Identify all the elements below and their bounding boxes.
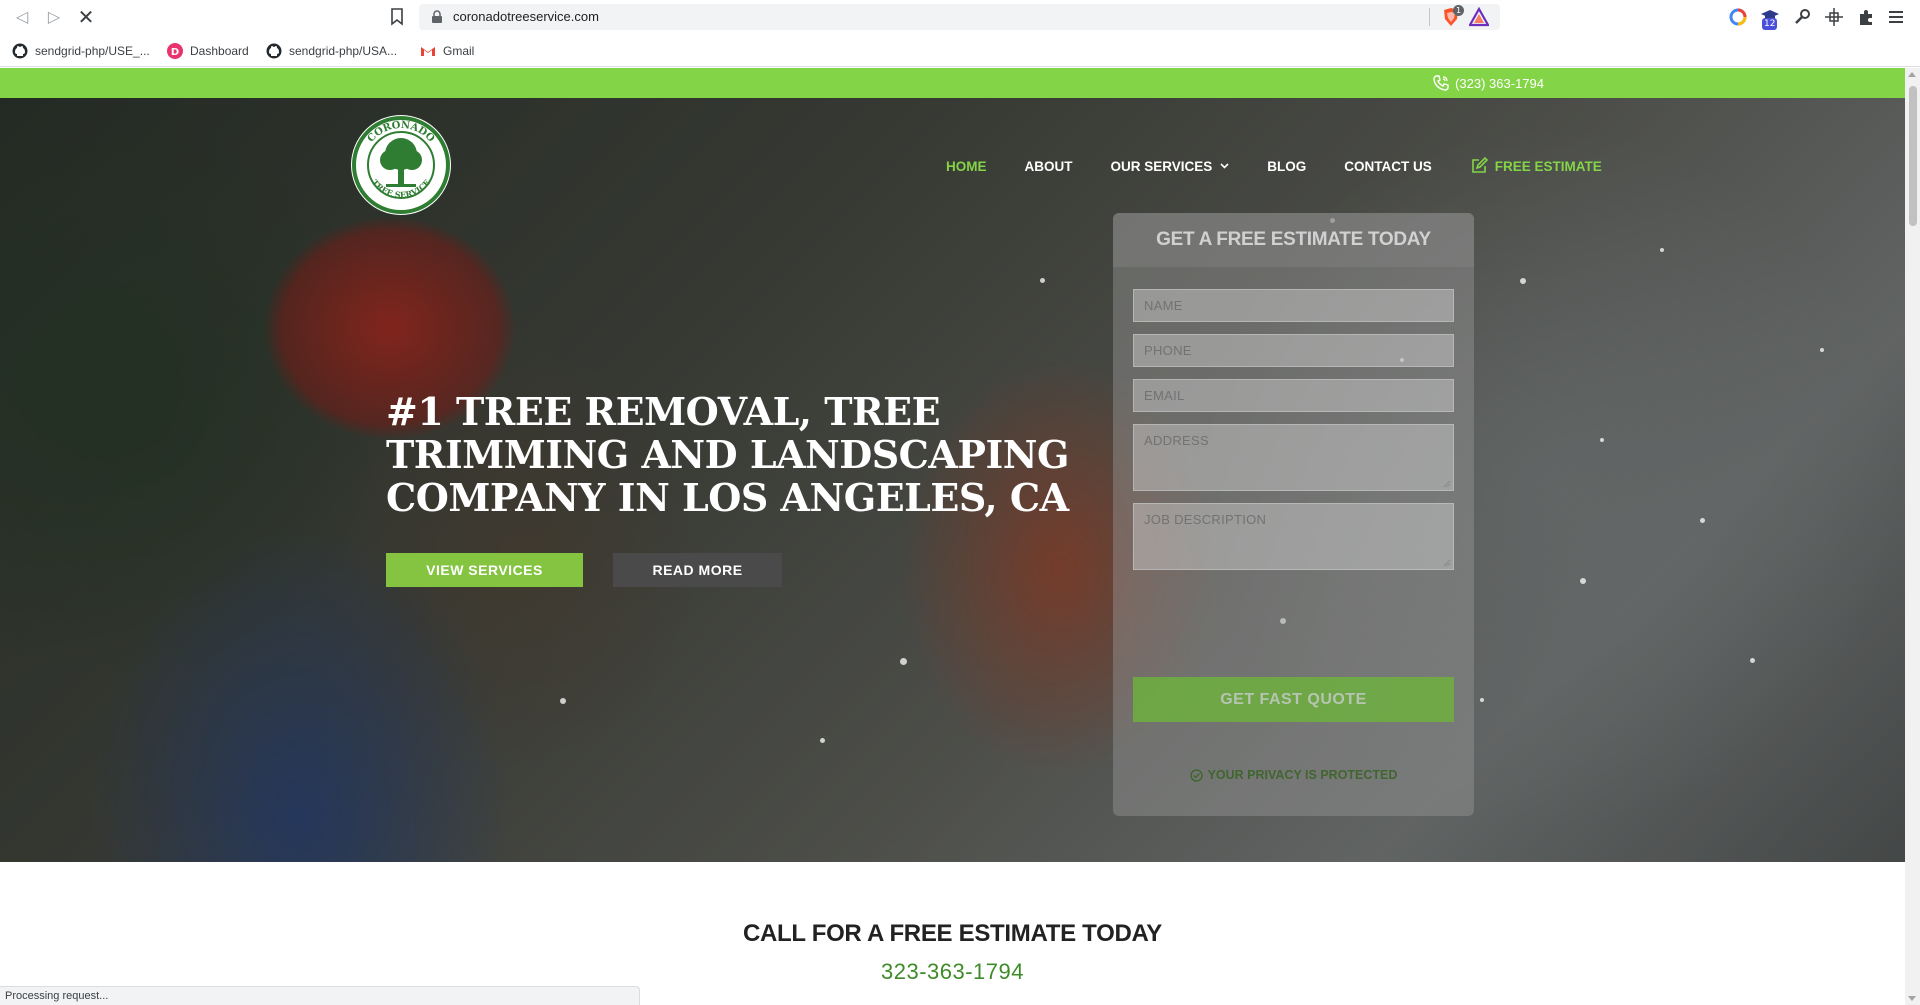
spray-particle	[1520, 278, 1526, 284]
bookmark-dashboard[interactable]: D Dashboard	[167, 41, 249, 61]
nav-label: BLOG	[1267, 158, 1307, 174]
phone-placeholder: PHONE	[1144, 343, 1192, 358]
name-input[interactable]: NAME	[1133, 289, 1454, 322]
form-title: GET A FREE ESTIMATE TODAY	[1113, 213, 1474, 267]
nav-label: FREE ESTIMATE	[1494, 158, 1602, 174]
hero-section: CORONADO TREE SERVICE HOME ABOUT OUR SER…	[0, 98, 1905, 862]
headline-line: TRIMMING AND LANDSCAPING	[386, 432, 1069, 477]
address-textarea[interactable]: ADDRESS	[1133, 424, 1454, 491]
bookmark-label: Dashboard	[190, 44, 249, 58]
brave-rewards-icon[interactable]	[1469, 7, 1489, 27]
github-icon	[266, 43, 282, 59]
bookmarks-bar: sendgrid-php/USE_... D Dashboard sendgri…	[0, 34, 1920, 67]
resize-handle-icon[interactable]	[1443, 480, 1451, 488]
nav-blog[interactable]: BLOG	[1267, 159, 1306, 174]
phone-input[interactable]: PHONE	[1133, 334, 1454, 367]
company-logo[interactable]: CORONADO TREE SERVICE	[350, 114, 452, 216]
top-phone-link[interactable]: (323) 363-1794	[1433, 75, 1544, 91]
chevron-down-icon	[1220, 163, 1229, 169]
get-fast-quote-button[interactable]: GET FAST QUOTE	[1133, 677, 1454, 722]
bookmark-sendgrid-2[interactable]: sendgrid-php/USA...	[266, 41, 397, 61]
address-placeholder: ADDRESS	[1144, 433, 1209, 448]
crosshair-icon[interactable]	[1824, 7, 1844, 27]
privacy-notice: YOUR PRIVACY IS PROTECTED	[1113, 768, 1474, 782]
bookmark-icon[interactable]	[389, 8, 405, 26]
tools-icon[interactable]	[1792, 7, 1812, 27]
divider	[1429, 8, 1430, 26]
nav-label: HOME	[946, 158, 987, 174]
check-circle-icon	[1189, 768, 1203, 782]
email-placeholder: EMAIL	[1144, 388, 1185, 403]
headline-line: COMPANY IN LOS ANGELES, CA	[386, 475, 1069, 520]
nav-contact-us[interactable]: CONTACT US	[1344, 159, 1432, 174]
spray-particle	[1580, 578, 1586, 584]
nav-label: ABOUT	[1024, 158, 1073, 174]
bookmark-label: sendgrid-php/USA...	[289, 44, 398, 58]
spray-particle	[820, 738, 825, 743]
spray-particle	[1600, 438, 1604, 442]
cta-phone-link[interactable]: 323-363-1794	[0, 959, 1905, 985]
web-page: (323) 363-1794 CORONADO TREE SERVICE HOM…	[0, 68, 1905, 1005]
page-scrollbar[interactable]	[1905, 68, 1920, 1005]
spray-particle	[1660, 248, 1664, 252]
hero-headline: #1 TREE REMOVAL, TREE TRIMMING AND LANDS…	[386, 389, 1069, 520]
top-phone-number: (323) 363-1794	[1455, 75, 1544, 91]
top-contact-bar: (323) 363-1794	[0, 68, 1905, 98]
forward-icon[interactable]: ▷	[44, 7, 64, 27]
phone-icon	[1433, 75, 1449, 91]
job-description-textarea[interactable]: JOB DESCRIPTION	[1133, 503, 1454, 570]
estimate-form: GET A FREE ESTIMATE TODAY NAME PHONE EMA…	[1113, 213, 1474, 816]
scroll-up-arrow-icon[interactable]	[1908, 72, 1916, 77]
url-text[interactable]: coronadotreeservice.com	[453, 9, 599, 24]
svg-text:D: D	[171, 47, 179, 58]
nav-label: OUR SERVICES	[1110, 158, 1213, 174]
bookmark-label: sendgrid-php/USE_...	[35, 44, 150, 58]
bookmark-sendgrid-1[interactable]: sendgrid-php/USE_...	[12, 41, 150, 61]
menu-icon[interactable]	[1886, 7, 1906, 27]
spray-particle	[900, 658, 907, 665]
address-bar[interactable]: coronadotreeservice.com 1	[419, 4, 1500, 30]
dashboard-icon: D	[167, 43, 183, 59]
nav-our-services[interactable]: OUR SERVICES	[1111, 159, 1230, 174]
email-input[interactable]: EMAIL	[1133, 379, 1454, 412]
view-services-button[interactable]: VIEW SERVICES	[386, 553, 583, 587]
nav-free-estimate[interactable]: FREE ESTIMATE	[1470, 157, 1602, 175]
name-placeholder: NAME	[1144, 298, 1183, 313]
scroll-down-arrow-icon[interactable]	[1908, 996, 1916, 1001]
circle-extension-icon[interactable]	[1728, 7, 1748, 27]
extension-badge: 12	[1762, 18, 1778, 30]
status-bar: Processing request...	[0, 986, 640, 1005]
back-icon[interactable]: ◁	[12, 7, 32, 27]
spray-particle	[1820, 348, 1824, 352]
headline-line: #1 TREE REMOVAL, TREE	[386, 389, 941, 434]
stop-loading-icon[interactable]: ✕	[76, 7, 96, 27]
spray-particle	[560, 698, 566, 704]
scrollbar-thumb[interactable]	[1909, 86, 1917, 226]
spray-particle	[1750, 658, 1755, 663]
job-description-placeholder: JOB DESCRIPTION	[1144, 512, 1267, 527]
privacy-text: YOUR PRIVACY IS PROTECTED	[1207, 768, 1398, 782]
spray-particle	[1480, 698, 1484, 702]
spray-particle	[1700, 518, 1705, 523]
main-navigation: HOME ABOUT OUR SERVICES BLOG CONTACT US …	[946, 156, 1602, 176]
edit-icon	[1471, 157, 1488, 173]
lock-icon[interactable]	[431, 10, 443, 24]
bookmark-gmail[interactable]: Gmail	[420, 41, 474, 61]
nav-about[interactable]: ABOUT	[1025, 159, 1073, 174]
read-more-button[interactable]: READ MORE	[613, 553, 782, 587]
resize-handle-icon[interactable]	[1443, 559, 1451, 567]
nav-home[interactable]: HOME	[946, 159, 987, 174]
browser-toolbar: ◁ ▷ ✕ coronadotreeservice.com 1 12	[0, 0, 1920, 34]
nav-label: CONTACT US	[1344, 158, 1432, 174]
cta-title: CALL FOR A FREE ESTIMATE TODAY	[742, 920, 1163, 947]
spray-particle	[1040, 278, 1045, 283]
github-icon	[12, 43, 28, 59]
shield-count-badge: 1	[1453, 5, 1464, 16]
bookmark-label: Gmail	[443, 44, 475, 58]
gmail-icon	[421, 47, 435, 56]
puzzle-extensions-icon[interactable]	[1856, 7, 1876, 27]
